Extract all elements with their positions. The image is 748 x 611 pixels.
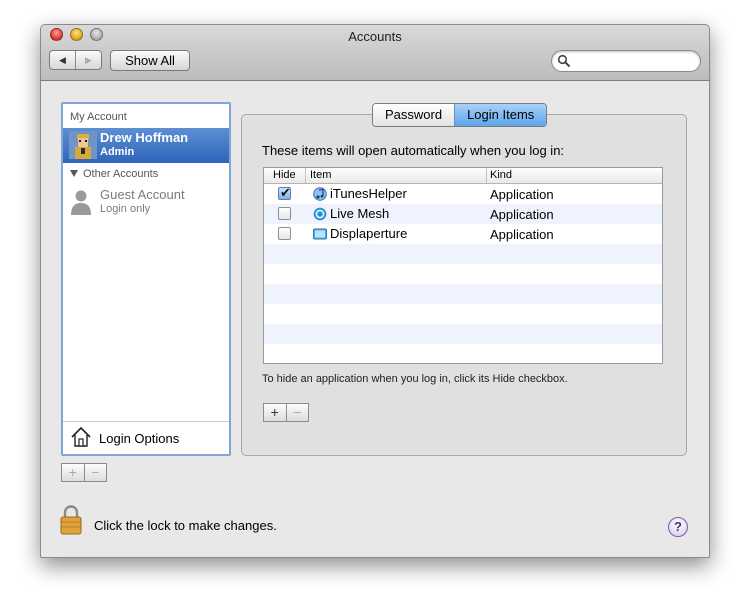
add-account-button[interactable]: + <box>62 464 85 481</box>
back-forward-control: ◀ ▶ <box>49 50 102 70</box>
empty-row <box>264 324 662 344</box>
forward-button[interactable]: ▶ <box>76 51 101 69</box>
guest-account-name: Guest Account <box>100 187 185 202</box>
table-row[interactable]: Live Mesh Application <box>264 204 662 224</box>
other-accounts-header[interactable]: Other Accounts <box>70 168 158 180</box>
toolbar: Accounts ◀ ▶ Show All <box>41 25 709 81</box>
login-options-item[interactable]: Login Options <box>63 422 229 454</box>
tab-password[interactable]: Password <box>373 104 455 126</box>
sidebar-item-guest[interactable]: Guest Account Login only <box>63 185 229 219</box>
other-accounts-label: Other Accounts <box>83 168 159 180</box>
sidebar-item-current-user[interactable]: Drew Hoffman Admin <box>63 128 229 163</box>
search-input[interactable] <box>574 53 698 71</box>
empty-row <box>264 344 662 363</box>
table-row[interactable]: iTunesHelper Application <box>264 184 662 204</box>
item-name: Live Mesh <box>330 206 390 221</box>
empty-row <box>264 244 662 264</box>
empty-row <box>264 264 662 284</box>
lock-message: Click the lock to make changes. <box>94 518 277 533</box>
table-header: Hide Item Kind <box>264 168 662 184</box>
hide-checkbox[interactable] <box>278 227 291 240</box>
live-mesh-icon <box>313 207 327 221</box>
show-all-button[interactable]: Show All <box>110 50 190 71</box>
login-items-table: Hide Item Kind iTunesHelper Application <box>263 167 663 364</box>
account-add-remove-buttons: + − <box>61 463 107 482</box>
disclosure-triangle-icon <box>70 170 78 177</box>
current-user-role: Admin <box>100 146 135 158</box>
tab-bar: Password Login Items <box>372 103 548 127</box>
column-separator <box>486 168 487 183</box>
displaperture-icon <box>313 228 327 240</box>
magnifier-icon <box>557 54 571 68</box>
guest-account-role: Login only <box>100 203 151 215</box>
column-header-kind[interactable]: Kind <box>490 169 512 181</box>
accounts-sidebar: My Account Drew Hoffman Admin Other Acco… <box>61 102 231 456</box>
remove-account-button[interactable]: − <box>85 464 107 481</box>
table-body: iTunesHelper Application Live Mesh Appli… <box>264 184 662 363</box>
hide-hint-text: To hide an application when you log in, … <box>262 373 568 385</box>
back-button[interactable]: ◀ <box>50 51 76 69</box>
item-kind: Application <box>490 187 554 202</box>
hide-checkbox[interactable] <box>278 185 291 201</box>
column-header-item[interactable]: Item <box>310 169 331 181</box>
empty-row <box>264 284 662 304</box>
my-account-header: My Account <box>70 111 127 123</box>
table-row[interactable]: Displaperture Application <box>264 224 662 244</box>
remove-login-item-button[interactable]: − <box>287 404 309 421</box>
login-options-label: Login Options <box>99 431 180 446</box>
lock-icon[interactable] <box>59 505 83 535</box>
accounts-window: Accounts ◀ ▶ Show All My Account Drew Ho… <box>40 24 710 558</box>
login-items-intro: These items will open automatically when… <box>262 143 565 158</box>
column-header-hide[interactable]: Hide <box>273 169 296 181</box>
item-kind: Application <box>490 227 554 242</box>
current-user-name: Drew Hoffman <box>100 130 189 145</box>
add-login-item-button[interactable]: + <box>264 404 287 421</box>
help-button[interactable]: ? <box>668 517 688 537</box>
person-silhouette-icon <box>71 190 91 215</box>
empty-row <box>264 304 662 324</box>
house-icon <box>71 426 91 447</box>
itunes-icon <box>313 187 327 201</box>
hide-checkbox[interactable] <box>278 207 291 220</box>
column-separator <box>305 168 306 183</box>
login-item-add-remove-buttons: + − <box>263 403 309 422</box>
user-avatar-icon <box>69 131 97 159</box>
tab-login-items[interactable]: Login Items <box>454 104 547 126</box>
item-kind: Application <box>490 207 554 222</box>
window-title: Accounts <box>348 29 402 44</box>
item-name: Displaperture <box>330 226 408 241</box>
search-field[interactable] <box>551 50 701 72</box>
item-name: iTunesHelper <box>330 186 407 201</box>
